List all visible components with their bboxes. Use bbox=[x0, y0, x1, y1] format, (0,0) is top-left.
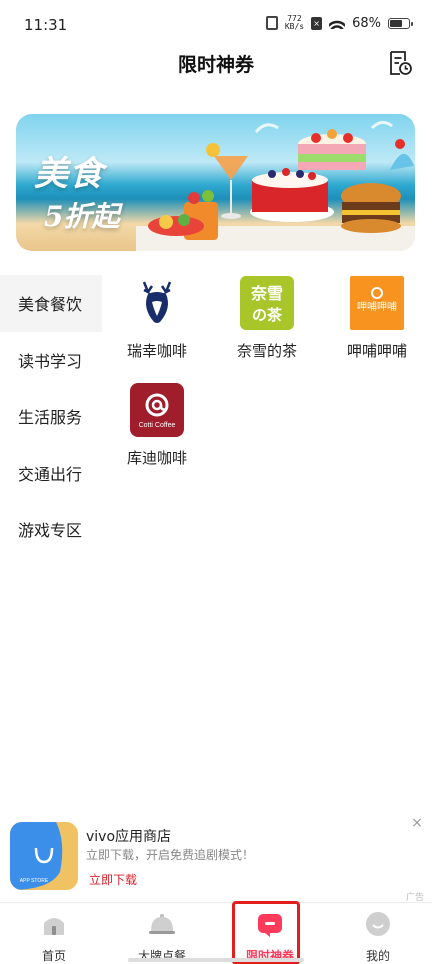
sim-icon: × bbox=[311, 16, 323, 30]
nayuki-logo-icon: 奈雪 の茶 bbox=[240, 276, 294, 330]
battery-percent: 68% bbox=[352, 15, 381, 31]
svg-text:奈雪: 奈雪 bbox=[250, 284, 283, 303]
nav-brand-order[interactable]: 大牌点餐 bbox=[108, 903, 216, 964]
luckin-deer-logo-icon bbox=[130, 276, 184, 330]
coupon-history-icon[interactable] bbox=[388, 50, 412, 76]
brand-nayuki[interactable]: 奈雪 の茶 奈雪的茶 bbox=[212, 276, 322, 361]
vivo-app-store-icon: APP STORE bbox=[10, 822, 78, 890]
svg-text:の茶: の茶 bbox=[252, 306, 283, 324]
svg-text:呷哺呷哺: 呷哺呷哺 bbox=[357, 300, 397, 313]
battery-fill bbox=[390, 19, 403, 27]
nav-highlight-box bbox=[232, 901, 300, 964]
banner-line2: 5折起 bbox=[44, 200, 120, 233]
category-games[interactable]: 游戏专区 bbox=[0, 501, 102, 558]
category-label: 读书学习 bbox=[18, 351, 83, 371]
banner-line1: 美食 bbox=[34, 154, 104, 194]
status-time: 11:31 bbox=[24, 16, 68, 34]
ad-title: vivo应用商店 bbox=[86, 829, 172, 845]
net-speed: 772 KB/s bbox=[285, 15, 304, 31]
page-header: 限时神券 bbox=[0, 44, 432, 84]
brand-luckin[interactable]: 瑞幸咖啡 bbox=[102, 276, 212, 361]
category-label: 游戏专区 bbox=[18, 521, 83, 541]
profile-face-icon bbox=[366, 912, 390, 936]
category-label: 交通出行 bbox=[18, 464, 83, 484]
category-life-services[interactable]: 生活服务 bbox=[0, 388, 102, 445]
category-label: 生活服务 bbox=[18, 408, 83, 428]
nav-home[interactable]: 首页 bbox=[0, 903, 108, 964]
bottom-nav: 首页 大牌点餐 限时神券 我的 bbox=[0, 901, 432, 964]
app-store-ad[interactable]: APP STORE vivo应用商店 立即下载，开启免费追剧模式！ 立即下载 ×… bbox=[0, 812, 432, 903]
promo-banner[interactable]: 美食 5折起 bbox=[16, 114, 415, 251]
home-indicator bbox=[128, 958, 304, 962]
svg-text:Cotti Coffee: Cotti Coffee bbox=[139, 422, 176, 429]
nav-label: 我的 bbox=[365, 949, 390, 963]
ad-close-icon[interactable]: × bbox=[408, 814, 426, 832]
category-transport[interactable]: 交通出行 bbox=[0, 445, 102, 502]
brand-name: 瑞幸咖啡 bbox=[126, 342, 187, 360]
brand-name: 奈雪的茶 bbox=[236, 342, 297, 360]
brand-name: 库迪咖啡 bbox=[126, 449, 187, 467]
vibrate-icon bbox=[265, 16, 278, 30]
category-reading[interactable]: 读书学习 bbox=[0, 332, 102, 389]
nav-profile[interactable]: 我的 bbox=[324, 903, 432, 964]
dish-cover-icon bbox=[149, 914, 175, 934]
brand-xiabu[interactable]: 呷哺呷哺 呷哺呷哺 bbox=[322, 276, 432, 361]
net-speed-unit: KB/s bbox=[284, 22, 305, 31]
status-icons: 772 KB/s × 68% bbox=[265, 15, 413, 31]
ad-icon-text: APP STORE bbox=[20, 878, 49, 884]
xiabu-logo-icon: 呷哺呷哺 bbox=[350, 276, 404, 330]
brand-name: 呷哺呷哺 bbox=[346, 342, 407, 360]
brand-cotti[interactable]: Cotti Coffee 库迪咖啡 bbox=[102, 383, 212, 468]
ad-subtitle: 立即下载，开启免费追剧模式！ bbox=[86, 848, 255, 862]
cotti-logo-icon: Cotti Coffee bbox=[130, 383, 184, 437]
page-title: 限时神券 bbox=[177, 54, 254, 76]
category-label: 美食餐饮 bbox=[18, 295, 83, 315]
category-food[interactable]: 美食餐饮 bbox=[0, 275, 102, 332]
wifi-icon bbox=[329, 17, 346, 29]
battery-icon bbox=[388, 17, 413, 29]
banner-headline: 美食 5折起 bbox=[34, 146, 119, 235]
nav-label: 首页 bbox=[41, 949, 66, 963]
home-icon bbox=[44, 918, 64, 935]
status-bar: 11:31 772 KB/s × 68% bbox=[0, 0, 432, 44]
category-sidebar: 美食餐饮 读书学习 生活服务 交通出行 游戏专区 bbox=[0, 275, 102, 558]
ad-download-button[interactable]: 立即下载 bbox=[89, 871, 137, 888]
